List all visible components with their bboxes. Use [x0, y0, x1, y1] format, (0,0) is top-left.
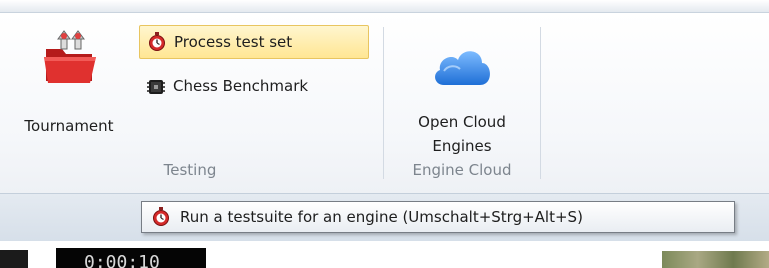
tournament-button[interactable]: Tournament [2, 25, 136, 135]
cloud-icon [430, 43, 494, 89]
process-test-set-button[interactable]: Process test set [139, 25, 369, 59]
testing-group-label: Testing [163, 161, 217, 179]
open-cloud-label-line2: Engines [432, 137, 492, 155]
benchmark-chip-icon [147, 76, 165, 96]
tooltip: Run a testsuite for an engine (Umschalt+… [141, 201, 735, 233]
group-separator [383, 27, 384, 179]
process-test-set-label: Process test set [174, 33, 293, 51]
stopwatch-icon [148, 32, 166, 52]
chess-benchmark-button[interactable]: Chess Benchmark [139, 69, 369, 103]
tooltip-text: Run a testsuite for an engine (Umschalt+… [180, 208, 583, 226]
window-top-border [0, 0, 769, 13]
engine-cloud-group-label: Engine Cloud [412, 161, 512, 179]
ribbon-panel: Tournament Process test set Chess Benchm… [0, 13, 769, 193]
stopwatch-icon [152, 207, 170, 227]
tournament-icon [40, 27, 100, 87]
board-edge [0, 250, 28, 268]
open-cloud-engines-button[interactable]: Open Cloud Engines [388, 25, 536, 155]
open-cloud-label-line1: Open Cloud [418, 113, 506, 131]
tournament-label: Tournament [24, 117, 114, 135]
clock-display: 0:00:10 [56, 248, 206, 268]
group-separator [540, 27, 541, 179]
image-thumbnail [662, 251, 769, 268]
chess-benchmark-label: Chess Benchmark [173, 77, 309, 95]
